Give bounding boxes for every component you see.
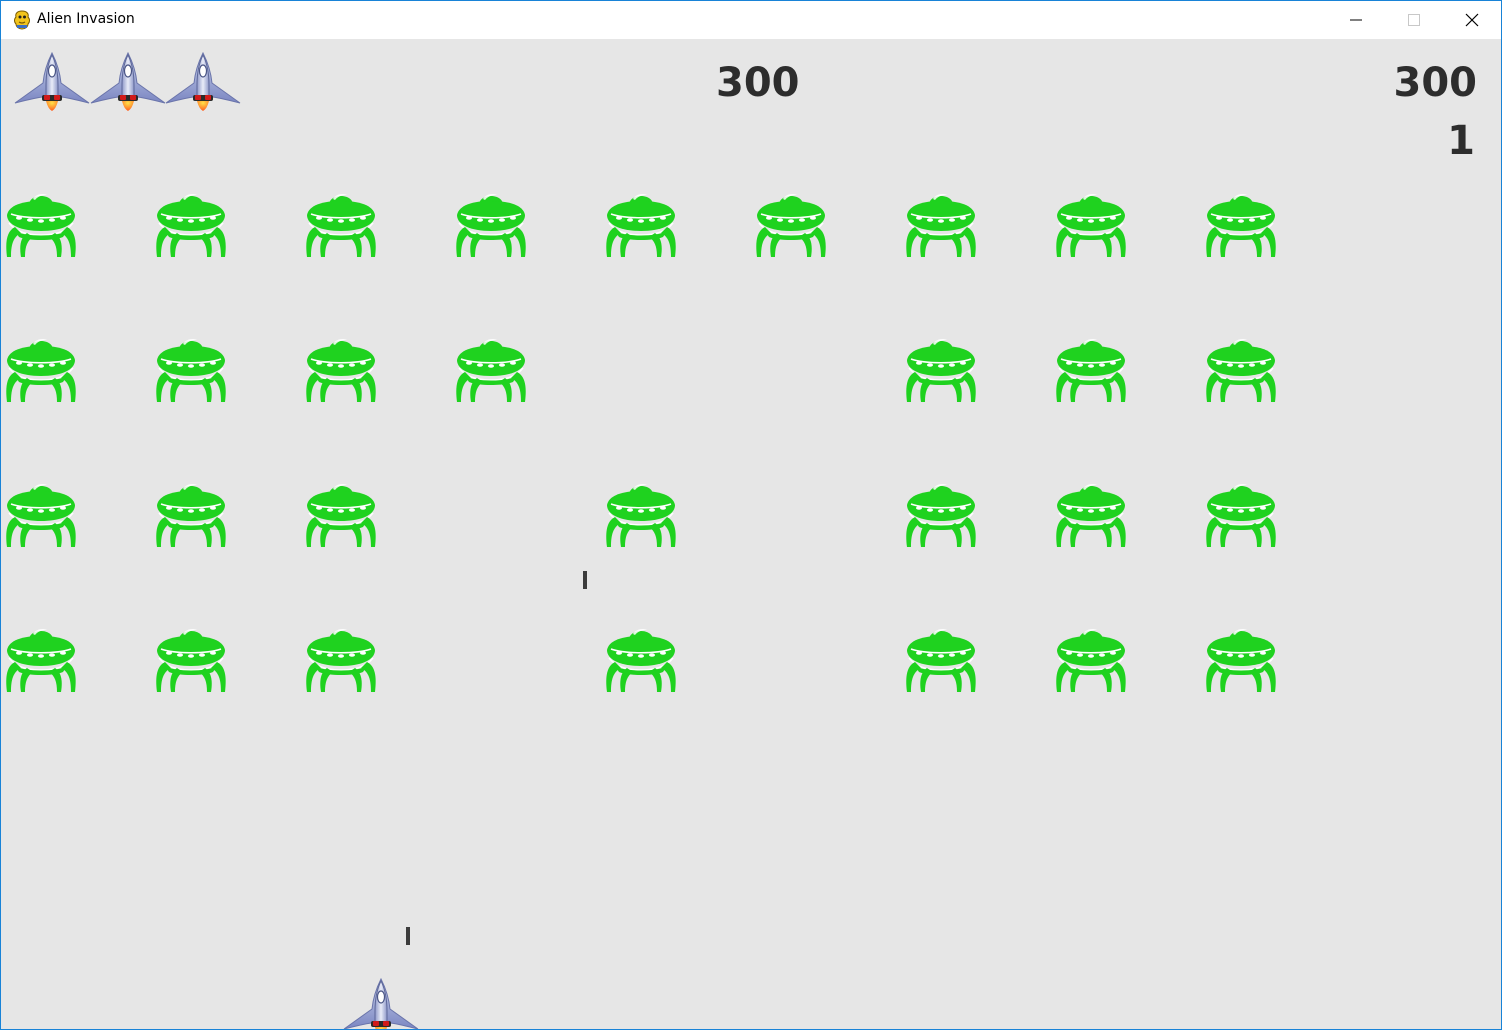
pygame-snake-icon bbox=[13, 10, 31, 30]
green-ufo-alien-icon bbox=[155, 338, 227, 403]
minimize-icon bbox=[1350, 19, 1362, 21]
close-icon bbox=[1465, 13, 1479, 27]
minimize-button[interactable] bbox=[1327, 1, 1385, 39]
green-ufo-alien-icon bbox=[1205, 628, 1277, 693]
app-window: Alien Invasion 300 300 1 bbox=[0, 0, 1502, 1030]
maximize-icon bbox=[1408, 14, 1420, 26]
green-ufo-alien-icon bbox=[455, 193, 527, 258]
maximize-button[interactable] bbox=[1385, 1, 1443, 39]
green-ufo-alien-icon bbox=[905, 628, 977, 693]
green-ufo-alien-icon bbox=[455, 338, 527, 403]
game-canvas[interactable]: 300 300 1 bbox=[1, 39, 1501, 1029]
life-ship-icon bbox=[14, 52, 90, 111]
current-score: 300 bbox=[716, 60, 800, 106]
bullet bbox=[406, 927, 410, 945]
green-ufo-alien-icon bbox=[155, 483, 227, 548]
green-ufo-alien-icon bbox=[305, 193, 377, 258]
green-ufo-alien-icon bbox=[905, 193, 977, 258]
green-ufo-alien-icon bbox=[305, 628, 377, 693]
green-ufo-alien-icon bbox=[155, 193, 227, 258]
green-ufo-alien-icon bbox=[1205, 483, 1277, 548]
life-ship-icon bbox=[90, 52, 166, 111]
green-ufo-alien-icon bbox=[5, 628, 77, 693]
green-ufo-alien-icon bbox=[1055, 483, 1127, 548]
green-ufo-alien-icon bbox=[905, 483, 977, 548]
green-ufo-alien-icon bbox=[5, 483, 77, 548]
green-ufo-alien-icon bbox=[605, 628, 677, 693]
green-ufo-alien-icon bbox=[1055, 628, 1127, 693]
high-score: 300 bbox=[1393, 60, 1478, 106]
green-ufo-alien-icon bbox=[155, 628, 227, 693]
player-rocket-ship-icon bbox=[343, 978, 419, 1029]
life-ship-icon bbox=[165, 52, 241, 111]
green-ufo-alien-icon bbox=[5, 193, 77, 258]
green-ufo-alien-icon bbox=[755, 193, 827, 258]
green-ufo-alien-icon bbox=[605, 193, 677, 258]
green-ufo-alien-icon bbox=[1205, 338, 1277, 403]
green-ufo-alien-icon bbox=[1055, 338, 1127, 403]
close-button[interactable] bbox=[1443, 1, 1501, 39]
window-title: Alien Invasion bbox=[37, 11, 135, 27]
green-ufo-alien-icon bbox=[905, 338, 977, 403]
green-ufo-alien-icon bbox=[1055, 193, 1127, 258]
level-indicator: 1 bbox=[1447, 118, 1475, 164]
green-ufo-alien-icon bbox=[1205, 193, 1277, 258]
green-ufo-alien-icon bbox=[305, 483, 377, 548]
title-bar[interactable]: Alien Invasion bbox=[1, 1, 1501, 39]
bullet bbox=[583, 571, 587, 589]
green-ufo-alien-icon bbox=[605, 483, 677, 548]
green-ufo-alien-icon bbox=[305, 338, 377, 403]
green-ufo-alien-icon bbox=[5, 338, 77, 403]
